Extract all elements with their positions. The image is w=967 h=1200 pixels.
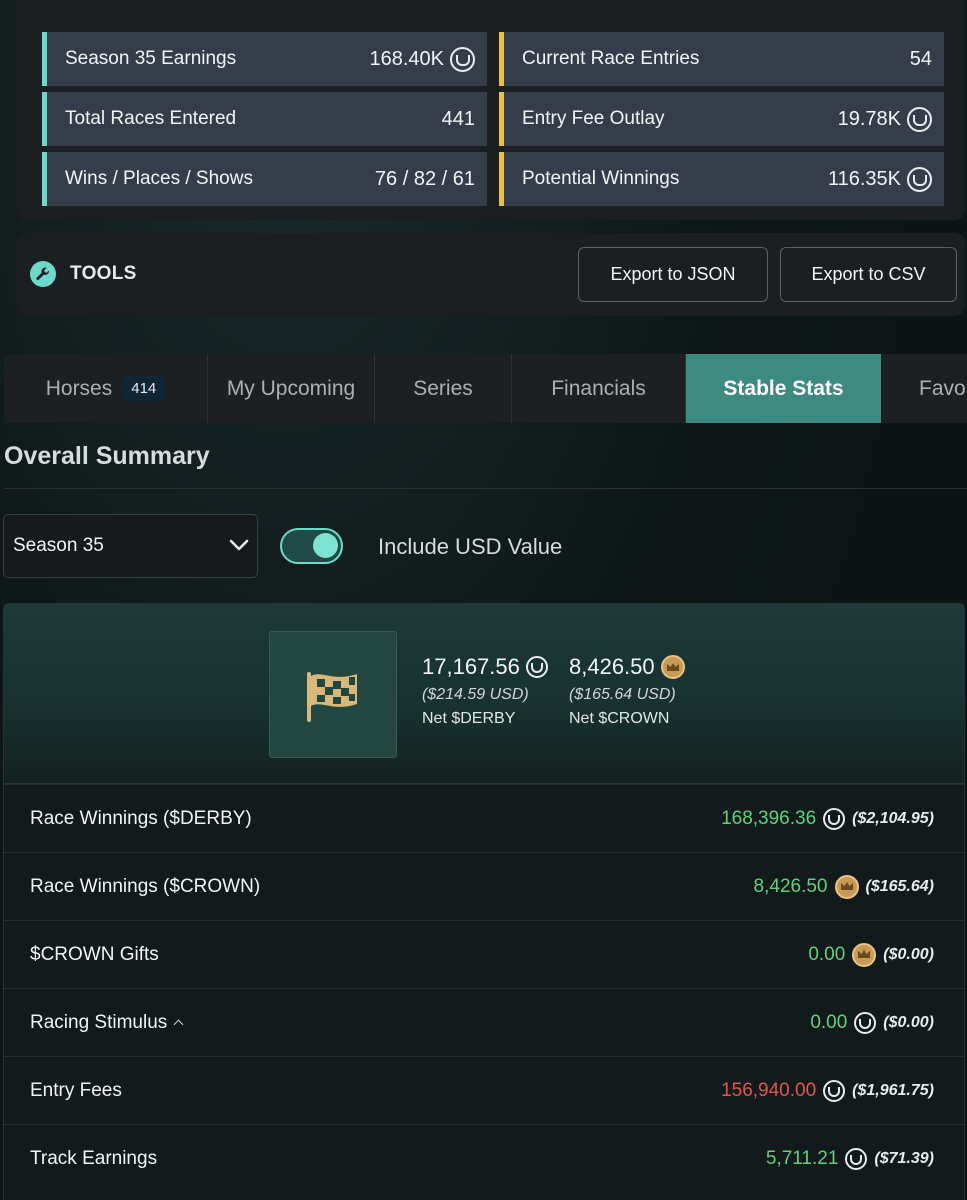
net-derby: 17,167.56 ($214.59 USD) Net $DERBY (422, 654, 548, 728)
line-label: Entry Fees (30, 1079, 122, 1101)
line-label: Race Winnings ($CROWN) (30, 875, 261, 897)
line-amount: 0.00 (810, 1011, 848, 1033)
stat-value: 19.78K (837, 107, 901, 130)
stat-season-earnings: Season 35 Earnings 168.40K (42, 32, 487, 86)
stats-panel: Season 35 Earnings 168.40K Total Races E… (16, 0, 966, 220)
tab-label: Horses (45, 376, 113, 400)
crown-icon (834, 874, 859, 899)
stat-wins-places-shows: Wins / Places / Shows 76 / 82 / 61 (42, 152, 487, 206)
line-race-winnings-derby: Race Winnings ($DERBY) 168,396.36 ($2,10… (4, 784, 964, 852)
derby-icon (907, 106, 932, 132)
derby-icon (525, 656, 548, 678)
export-json-button[interactable]: Export to JSON (578, 247, 768, 302)
tab-label: Favor (919, 376, 967, 400)
usd-toggle-label: Include USD Value (378, 534, 563, 559)
export-csv-button[interactable]: Export to CSV (780, 247, 957, 302)
tab-label: My Upcoming (226, 376, 356, 400)
checkered-flag-icon (269, 631, 397, 758)
stat-potential-winnings: Potential Winnings 116.35K (499, 152, 944, 206)
tab-bar: Horses 414 My Upcoming Series Financials… (4, 354, 967, 423)
derby-icon (845, 1147, 868, 1170)
crown-icon (660, 655, 685, 679)
toggle-knob (313, 533, 338, 558)
tools-bar: TOOLS Export to JSON Export to CSV (16, 233, 966, 316)
tab-label: Financials (551, 376, 646, 400)
line-race-winnings-crown: Race Winnings ($CROWN) 8,426.50 ($165.64… (4, 852, 964, 920)
horses-count-badge: 414 (122, 376, 166, 401)
net-crown-amount: 8,426.50 (569, 654, 655, 679)
wrench-icon (30, 261, 56, 287)
stat-value: 76 / 82 / 61 (374, 167, 475, 190)
tools-title: TOOLS (30, 261, 137, 287)
summary-card: 17,167.56 ($214.59 USD) Net $DERBY 8,426… (3, 603, 965, 1200)
stat-value: 54 (909, 47, 932, 70)
stat-label: Total Races Entered (65, 108, 237, 129)
line-usd: ($0.00) (883, 1013, 934, 1031)
stat-current-entries: Current Race Entries 54 (499, 32, 944, 86)
tab-label: Series (413, 376, 473, 400)
tab-financials[interactable]: Financials (512, 354, 686, 423)
derby-icon (907, 166, 932, 192)
line-label: Track Earnings (30, 1147, 158, 1169)
tools-label: TOOLS (70, 263, 137, 284)
usd-toggle[interactable] (280, 528, 343, 564)
tab-label: Stable Stats (723, 376, 844, 400)
stat-label: Wins / Places / Shows (65, 168, 253, 189)
derby-icon (450, 46, 475, 72)
derby-icon (854, 1011, 877, 1034)
line-label: $CROWN Gifts (30, 943, 159, 965)
line-amount: 5,711.21 (765, 1147, 839, 1169)
stat-value: 168.40K (369, 47, 444, 70)
derby-icon (823, 807, 846, 830)
season-select[interactable]: Season 35 (3, 514, 258, 578)
line-amount: 156,940.00 (721, 1079, 817, 1101)
line-label: Racing Stimulus (30, 1011, 168, 1033)
tab-stable-stats[interactable]: Stable Stats (686, 354, 881, 423)
net-derby-label: Net $DERBY (422, 710, 516, 727)
stat-total-races: Total Races Entered 441 (42, 92, 487, 146)
net-derby-usd: ($214.59 USD) (422, 686, 529, 703)
line-label: Race Winnings ($DERBY) (30, 807, 252, 829)
line-usd: ($1,961.75) (852, 1081, 934, 1099)
tab-horses[interactable]: Horses 414 (4, 354, 208, 423)
season-select-value: Season 35 (13, 535, 104, 556)
divider (4, 488, 967, 489)
line-usd: ($2,104.95) (852, 809, 934, 827)
tab-series[interactable]: Series (375, 354, 512, 423)
chevron-down-icon (229, 535, 249, 557)
net-crown-label: Net $CROWN (569, 710, 670, 727)
net-summary-header: 17,167.56 ($214.59 USD) Net $DERBY 8,426… (4, 604, 964, 784)
net-crown-usd: ($165.64 USD) (569, 686, 676, 703)
line-crown-gifts: $CROWN Gifts 0.00 ($0.00) (4, 920, 964, 988)
line-amount: 168,396.36 (721, 807, 817, 829)
stat-value: 116.35K (827, 167, 901, 190)
line-usd: ($71.39) (874, 1149, 934, 1167)
stat-label: Current Race Entries (522, 48, 700, 69)
chevron-up-icon[interactable] (173, 1019, 184, 1030)
derby-icon (823, 1079, 846, 1102)
net-derby-amount: 17,167.56 (422, 654, 520, 679)
line-entry-fees: Entry Fees 156,940.00 ($1,961.75) (4, 1056, 964, 1124)
line-amount: 0.00 (808, 943, 846, 965)
stat-value: 441 (441, 107, 475, 130)
line-amount: 8,426.50 (753, 875, 828, 897)
line-usd: ($165.64) (865, 877, 935, 895)
line-racing-stimulus[interactable]: Racing Stimulus 0.00 ($0.00) (4, 988, 964, 1056)
stat-entry-fee-outlay: Entry Fee Outlay 19.78K (499, 92, 944, 146)
tab-favorites[interactable]: Favor (881, 354, 967, 423)
page-title: Overall Summary (4, 442, 210, 470)
line-usd: ($0.00) (883, 945, 934, 963)
line-track-earnings: Track Earnings 5,711.21 ($71.39) (4, 1124, 964, 1192)
stat-label: Potential Winnings (522, 168, 680, 189)
stat-label: Entry Fee Outlay (522, 108, 665, 129)
tab-my-upcoming[interactable]: My Upcoming (208, 354, 375, 423)
stat-label: Season 35 Earnings (65, 48, 237, 69)
net-crown: 8,426.50 ($165.64 USD) Net $CROWN (569, 654, 685, 728)
crown-icon (852, 942, 877, 967)
